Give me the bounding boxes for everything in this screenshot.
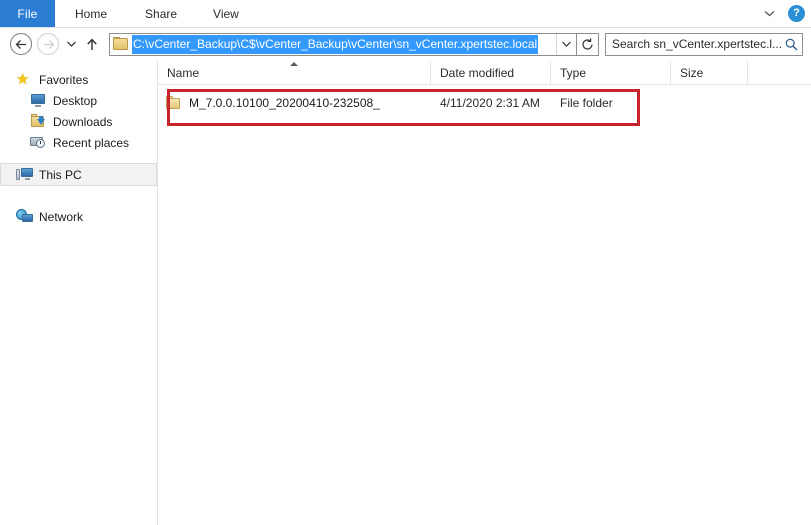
column-header-size[interactable]: Size — [671, 61, 748, 84]
tab-view[interactable]: View — [195, 0, 257, 27]
sidebar-item-favorites-label: Favorites — [39, 72, 89, 87]
forward-button — [37, 33, 59, 55]
sidebar-item-downloads-label: Downloads — [53, 114, 113, 129]
tab-view-label: View — [213, 6, 239, 21]
sidebar-item-this-pc-label: This PC — [39, 167, 82, 182]
star-icon: ★ — [16, 71, 30, 88]
column-header-date-modified[interactable]: Date modified — [431, 61, 551, 84]
column-header-size-label: Size — [680, 65, 704, 80]
tab-file-label: File — [17, 6, 38, 21]
sidebar-item-recent-places[interactable]: Recent places — [0, 132, 157, 153]
content-pane: Name Date modified Type Size M_7.0.0.101… — [158, 61, 811, 525]
refresh-button[interactable] — [576, 33, 598, 55]
up-one-level-button[interactable] — [82, 33, 102, 55]
sidebar-item-desktop-label: Desktop — [53, 93, 98, 108]
table-row[interactable]: M_7.0.0.10100_20200410-232508_ 4/11/2020… — [158, 92, 811, 114]
sidebar-item-desktop[interactable]: Desktop — [0, 90, 157, 111]
column-header-type[interactable]: Type — [551, 61, 671, 84]
file-list: M_7.0.0.10100_20200410-232508_ 4/11/2020… — [158, 85, 811, 525]
tab-share[interactable]: Share — [127, 0, 195, 27]
sidebar-item-recent-places-label: Recent places — [53, 135, 130, 150]
chevron-down-icon[interactable] — [760, 5, 778, 23]
tab-home[interactable]: Home — [55, 0, 127, 27]
back-button[interactable] — [10, 33, 32, 55]
file-explorer-window: File Home Share View ? C:\vCenter_Backup… — [0, 0, 811, 525]
help-icon[interactable]: ? — [788, 5, 805, 22]
recent-places-icon — [30, 135, 47, 150]
file-type-cell: File folder — [560, 96, 613, 110]
tab-home-label: Home — [75, 6, 108, 21]
search-icon[interactable] — [784, 37, 798, 51]
column-header-filler — [748, 61, 811, 84]
monitor-icon — [30, 93, 47, 108]
recent-locations-dropdown[interactable] — [62, 33, 80, 55]
sort-ascending-icon — [290, 62, 298, 66]
network-icon — [16, 209, 33, 224]
column-header-name[interactable]: Name — [158, 61, 431, 84]
explorer-body: ★ Favorites Desktop Downloads Recent pla… — [0, 61, 811, 525]
address-input[interactable]: C:\vCenter_Backup\C$\vCenter_Backup\vCen… — [110, 34, 556, 55]
column-header-date-modified-label: Date modified — [440, 65, 515, 80]
tab-share-label: Share — [145, 6, 178, 21]
sidebar-item-network[interactable]: Network — [0, 206, 157, 227]
folder-icon — [113, 37, 129, 51]
address-text: C:\vCenter_Backup\C$\vCenter_Backup\vCen… — [132, 34, 539, 54]
search-input[interactable] — [612, 37, 784, 51]
search-box[interactable] — [605, 32, 803, 56]
ribbon-tab-strip: File Home Share View ? — [0, 0, 811, 28]
sidebar-item-network-label: Network — [39, 209, 84, 224]
computer-icon — [16, 167, 33, 182]
folder-icon — [165, 95, 182, 111]
file-name-label: M_7.0.0.10100_20200410-232508_ — [189, 96, 380, 110]
column-header-name-label: Name — [167, 65, 200, 80]
address-dropdown-button[interactable] — [556, 33, 576, 55]
navigation-pane: ★ Favorites Desktop Downloads Recent pla… — [0, 61, 158, 525]
help-icon-glyph: ? — [793, 7, 800, 19]
column-header-row: Name Date modified Type Size — [158, 61, 811, 85]
tab-file[interactable]: File — [0, 0, 55, 27]
downloads-folder-icon — [30, 114, 47, 129]
sidebar-item-downloads[interactable]: Downloads — [0, 111, 157, 132]
file-name-cell: M_7.0.0.10100_20200410-232508_ — [158, 95, 431, 111]
address-toolbar: C:\vCenter_Backup\C$\vCenter_Backup\vCen… — [0, 28, 811, 61]
column-header-type-label: Type — [560, 65, 587, 80]
file-date-cell: 4/11/2020 2:31 AM — [440, 96, 540, 110]
sidebar-item-this-pc[interactable]: This PC — [0, 163, 157, 186]
ribbon-right-controls: ? — [760, 0, 811, 27]
sidebar-item-favorites[interactable]: ★ Favorites — [0, 69, 157, 90]
address-bar[interactable]: C:\vCenter_Backup\C$\vCenter_Backup\vCen… — [109, 32, 599, 56]
